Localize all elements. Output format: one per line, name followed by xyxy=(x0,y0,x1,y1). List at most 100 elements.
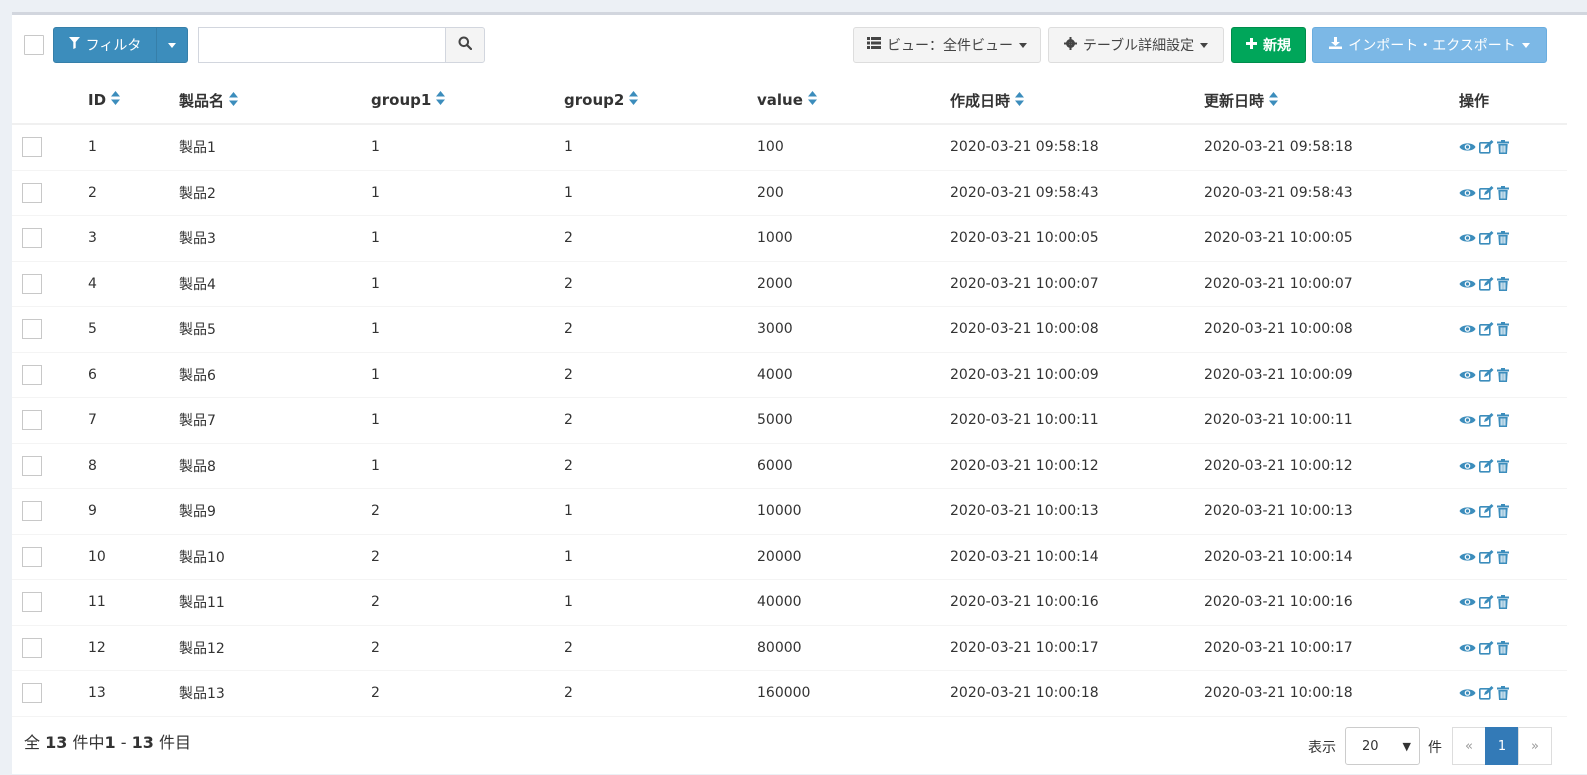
search-icon xyxy=(458,36,473,54)
row-checkbox[interactable] xyxy=(22,364,42,385)
edit-icon[interactable] xyxy=(1479,322,1494,336)
cell-id: 7 xyxy=(88,397,179,444)
filter-dropdown-toggle[interactable] xyxy=(156,27,188,63)
trash-icon[interactable] xyxy=(1497,140,1509,155)
trash-icon[interactable] xyxy=(1497,413,1509,428)
trash-icon[interactable] xyxy=(1497,231,1509,246)
cell-actions xyxy=(1459,670,1567,717)
eye-icon[interactable] xyxy=(1459,369,1476,381)
table-row: 11 製品11 2 1 40000 2020-03-21 10:00:16 2020-03-… xyxy=(12,579,1567,626)
sort-icon[interactable] xyxy=(1269,92,1279,110)
header-id[interactable]: ID xyxy=(88,77,179,125)
row-checkbox[interactable] xyxy=(22,683,42,704)
header-product-name[interactable]: 製品名 xyxy=(179,77,371,125)
header-group2[interactable]: group2 xyxy=(564,77,757,125)
row-actions xyxy=(1459,549,1567,564)
cell-group1: 1 xyxy=(371,397,564,444)
header-group1[interactable]: group1 xyxy=(371,77,564,125)
row-checkbox[interactable] xyxy=(22,273,42,294)
sort-icon[interactable] xyxy=(1015,92,1025,110)
eye-icon[interactable] xyxy=(1459,232,1476,244)
row-checkbox[interactable] xyxy=(22,410,42,431)
eye-icon[interactable] xyxy=(1459,596,1476,608)
edit-icon[interactable] xyxy=(1479,686,1494,700)
cell-value: 100 xyxy=(757,124,950,171)
edit-icon[interactable] xyxy=(1479,413,1494,427)
record-summary: 全 13 件中1 - 13 件目 xyxy=(24,733,191,752)
select-all-checkbox[interactable] xyxy=(24,35,44,55)
row-checkbox[interactable] xyxy=(22,319,42,340)
search-button[interactable] xyxy=(445,27,485,63)
search-input[interactable] xyxy=(198,27,446,63)
eye-icon[interactable] xyxy=(1459,460,1476,472)
edit-icon[interactable] xyxy=(1479,231,1494,245)
trash-icon[interactable] xyxy=(1497,322,1509,337)
row-checkbox-cell xyxy=(12,579,88,626)
trash-icon[interactable] xyxy=(1497,640,1509,655)
edit-icon[interactable] xyxy=(1479,140,1494,154)
trash-icon[interactable] xyxy=(1497,185,1509,200)
cell-product-name: 製品3 xyxy=(179,215,371,262)
filter-button[interactable]: フィルタ xyxy=(53,27,157,63)
trash-icon[interactable] xyxy=(1497,549,1509,564)
cell-group2: 2 xyxy=(564,352,757,398)
sort-icon[interactable] xyxy=(807,91,817,109)
pagination-page-current[interactable]: 1 xyxy=(1485,727,1519,765)
header-created-at[interactable]: 作成日時 xyxy=(950,77,1204,125)
edit-icon[interactable] xyxy=(1479,185,1494,200)
cell-updated-at: 2020-03-21 10:00:07 xyxy=(1204,261,1459,307)
cell-created-at: 2020-03-21 09:58:43 xyxy=(950,170,1204,216)
view-label: ビュー：全件ビュー xyxy=(887,38,1013,54)
header-value[interactable]: value xyxy=(757,77,950,125)
new-button[interactable]: 新規 xyxy=(1231,27,1306,63)
cell-value: 20000 xyxy=(757,534,950,580)
cell-id: 2 xyxy=(88,170,179,216)
sort-icon[interactable] xyxy=(629,91,639,109)
per-page-select[interactable]: 20 ▼ xyxy=(1345,727,1420,765)
eye-icon[interactable] xyxy=(1459,187,1476,199)
cell-value: 10000 xyxy=(757,488,950,535)
row-checkbox[interactable] xyxy=(22,546,42,567)
edit-icon[interactable] xyxy=(1479,504,1494,518)
trash-icon[interactable] xyxy=(1497,367,1509,382)
pagination-prev[interactable]: « xyxy=(1452,727,1486,765)
sort-icon[interactable] xyxy=(229,92,239,110)
edit-icon[interactable] xyxy=(1479,640,1494,655)
edit-icon[interactable] xyxy=(1479,367,1494,382)
edit-icon[interactable] xyxy=(1479,458,1494,473)
sort-icon[interactable] xyxy=(436,91,446,109)
pagination-next[interactable]: » xyxy=(1518,727,1552,765)
sort-icon[interactable] xyxy=(111,91,121,109)
table-settings-button[interactable]: テーブル詳細設定 xyxy=(1048,27,1224,63)
trash-icon[interactable] xyxy=(1497,276,1509,291)
eye-icon[interactable] xyxy=(1459,141,1476,153)
header-updated-at[interactable]: 更新日時 xyxy=(1204,77,1459,125)
cell-group1: 2 xyxy=(371,670,564,717)
trash-icon[interactable] xyxy=(1497,595,1509,610)
row-checkbox[interactable] xyxy=(22,637,42,658)
eye-icon[interactable] xyxy=(1459,642,1476,654)
row-checkbox[interactable] xyxy=(22,228,42,249)
trash-icon[interactable] xyxy=(1497,686,1509,701)
import-export-button[interactable]: インポート・エクスポート xyxy=(1312,27,1547,63)
trash-icon[interactable] xyxy=(1497,504,1509,519)
eye-icon[interactable] xyxy=(1459,414,1476,426)
edit-icon[interactable] xyxy=(1479,276,1494,291)
eye-icon[interactable] xyxy=(1459,551,1476,563)
trash-icon[interactable] xyxy=(1497,458,1509,473)
eye-icon[interactable] xyxy=(1459,278,1476,290)
cell-group2: 2 xyxy=(564,215,757,262)
row-checkbox[interactable] xyxy=(22,455,42,476)
edit-icon[interactable] xyxy=(1479,595,1494,609)
eye-icon[interactable] xyxy=(1459,505,1476,517)
cell-value: 160000 xyxy=(757,670,950,717)
eye-icon[interactable] xyxy=(1459,323,1476,335)
view-select-button[interactable]: ビュー：全件ビュー xyxy=(853,27,1041,63)
row-checkbox[interactable] xyxy=(22,592,42,613)
cell-product-name: 製品10 xyxy=(179,534,371,580)
row-checkbox[interactable] xyxy=(22,182,42,203)
row-checkbox[interactable] xyxy=(22,137,42,158)
row-checkbox[interactable] xyxy=(22,501,42,522)
edit-icon[interactable] xyxy=(1479,549,1494,564)
eye-icon[interactable] xyxy=(1459,687,1476,699)
